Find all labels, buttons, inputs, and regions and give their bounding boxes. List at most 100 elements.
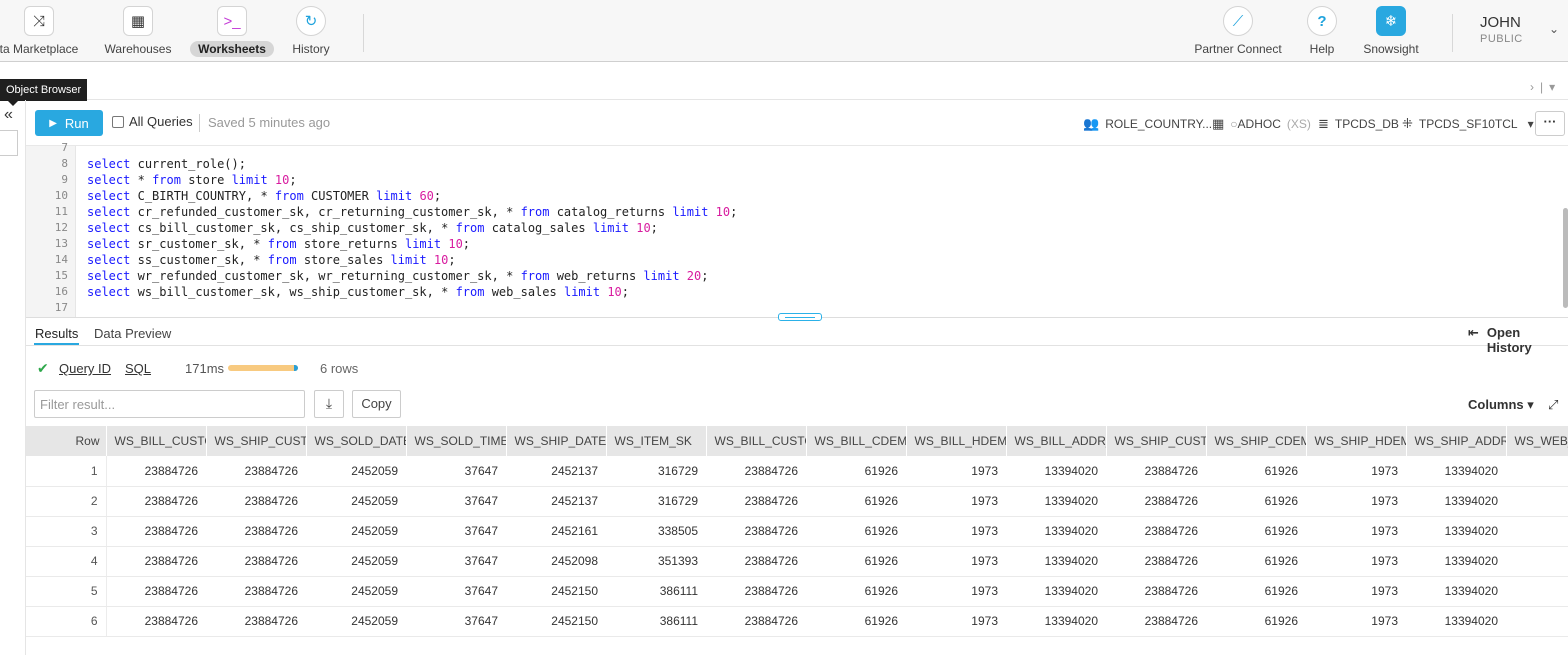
column-header[interactable]: WS_ITEM_SK	[606, 426, 707, 456]
table-cell[interactable]: 61926	[806, 456, 906, 487]
table-cell[interactable]: 338505	[606, 516, 706, 547]
table-cell[interactable]: 61926	[1206, 516, 1306, 547]
table-cell[interactable]: 13394020	[1006, 606, 1106, 637]
tab-results[interactable]: Results	[35, 326, 78, 341]
table-cell[interactable]: 23884726	[206, 606, 306, 637]
role-selector[interactable]: 👥 ROLE_COUNTRY...	[1083, 116, 1212, 132]
table-cell[interactable]: 316729	[606, 456, 706, 487]
table-cell[interactable]: 1973	[906, 516, 1006, 547]
table-cell[interactable]: 23884726	[206, 576, 306, 607]
table-cell[interactable]: 13394020	[1006, 456, 1106, 487]
table-cell[interactable]: 23884726	[1106, 576, 1206, 607]
table-cell[interactable]: 61926	[1206, 456, 1306, 487]
column-header[interactable]: WS_SOLD_TIME_	[406, 426, 507, 456]
table-cell[interactable]	[1506, 606, 1568, 637]
table-cell[interactable]: 61926	[1206, 576, 1306, 607]
table-cell[interactable]: 316729	[606, 486, 706, 517]
row-number[interactable]: 2	[26, 486, 107, 517]
code-line[interactable]: select C_BIRTH_COUNTRY, * from CUSTOMER …	[87, 188, 441, 204]
table-cell[interactable]: 13394020	[1006, 486, 1106, 517]
column-header[interactable]: WS_SHIP_CUSTO	[1106, 426, 1207, 456]
open-history-button[interactable]: ⇤ Open History	[1468, 325, 1568, 355]
table-cell[interactable]: 23884726	[106, 606, 206, 637]
table-cell[interactable]: 37647	[406, 576, 506, 607]
code-line[interactable]: select cr_refunded_customer_sk, cr_retur…	[87, 204, 737, 220]
table-cell[interactable]: 23884726	[1106, 456, 1206, 487]
table-cell[interactable]: 1973	[906, 486, 1006, 517]
table-cell[interactable]: 23884726	[1106, 546, 1206, 577]
table-cell[interactable]: 1973	[1306, 546, 1406, 577]
table-cell[interactable]: 13394020	[1406, 606, 1506, 637]
column-header[interactable]: WS_BILL_CUSTO	[106, 426, 207, 456]
table-cell[interactable]: 2452059	[306, 546, 406, 577]
table-cell[interactable]: 23884726	[1106, 516, 1206, 547]
table-cell[interactable]: 61926	[806, 516, 906, 547]
table-cell[interactable]: 61926	[806, 576, 906, 607]
tab-scroll-controls[interactable]: › | ▾	[1530, 80, 1561, 94]
table-cell[interactable]: 23884726	[106, 516, 206, 547]
table-cell[interactable]: 61926	[1206, 546, 1306, 577]
table-cell[interactable]: 13394020	[1406, 486, 1506, 517]
table-cell[interactable]: 37647	[406, 486, 506, 517]
nav-warehouses[interactable]: ▦ Warehouses	[100, 0, 176, 62]
table-cell[interactable]: 23884726	[1106, 606, 1206, 637]
nav-worksheets[interactable]: >_ Worksheets	[190, 0, 274, 62]
table-cell[interactable]: 23884726	[706, 546, 806, 577]
table-cell[interactable]: 23884726	[706, 606, 806, 637]
table-cell[interactable]: 37647	[406, 456, 506, 487]
nav-partner-connect[interactable]: ⟋ Partner Connect	[1188, 0, 1288, 62]
table-cell[interactable]: 386111	[606, 576, 706, 607]
code-line[interactable]: select cs_bill_customer_sk, cs_ship_cust…	[87, 220, 658, 236]
table-cell[interactable]: 13394020	[1006, 546, 1106, 577]
table-cell[interactable]: 61926	[1206, 486, 1306, 517]
table-cell[interactable]	[1506, 486, 1568, 517]
table-cell[interactable]: 2452059	[306, 576, 406, 607]
code-line[interactable]: select ss_customer_sk, * from store_sale…	[87, 252, 456, 268]
table-cell[interactable]: 23884726	[706, 516, 806, 547]
row-number[interactable]: 3	[26, 516, 107, 547]
row-number[interactable]: 5	[26, 576, 107, 607]
table-cell[interactable]: 1973	[1306, 486, 1406, 517]
table-cell[interactable]: 2452137	[506, 486, 606, 517]
table-cell[interactable]: 37647	[406, 606, 506, 637]
table-cell[interactable]: 1973	[1306, 516, 1406, 547]
object-browser-search[interactable]	[0, 130, 18, 156]
row-column-header[interactable]: Row	[26, 426, 107, 456]
nav-snowsight[interactable]: ❄ Snowsight	[1356, 0, 1426, 62]
all-queries-toggle[interactable]: All Queries	[112, 114, 193, 129]
user-name[interactable]: JOHN	[1480, 14, 1521, 31]
code-line[interactable]: select ws_bill_customer_sk, ws_ship_cust…	[87, 284, 629, 300]
table-cell[interactable]: 351393	[606, 546, 706, 577]
nav-data-marketplace[interactable]: ⤨ ta Marketplace	[0, 0, 78, 62]
table-cell[interactable]: 13394020	[1006, 516, 1106, 547]
table-cell[interactable]: 61926	[806, 606, 906, 637]
column-header[interactable]: WS_SHIP_HDEM	[1306, 426, 1407, 456]
code-line[interactable]: select wr_refunded_customer_sk, wr_retur…	[87, 268, 708, 284]
table-row[interactable]: 1 23884726 23884726 2452059 37647 2452137 3167…	[26, 456, 1568, 487]
table-cell[interactable]: 1973	[906, 456, 1006, 487]
table-cell[interactable]: 61926	[806, 486, 906, 517]
table-cell[interactable]: 23884726	[206, 456, 306, 487]
more-options-button[interactable]: ···	[1535, 111, 1565, 136]
table-cell[interactable]: 2452150	[506, 606, 606, 637]
table-cell[interactable]: 23884726	[106, 576, 206, 607]
expand-icon[interactable]: ⤢	[1548, 397, 1558, 413]
row-number[interactable]: 1	[26, 456, 107, 487]
code-line[interactable]: select * from store limit 10;	[87, 172, 297, 188]
table-cell[interactable]: 23884726	[706, 576, 806, 607]
column-header[interactable]: WS_BILL_ADDR_	[1006, 426, 1107, 456]
chevron-down-icon[interactable]: ⌄	[1549, 22, 1559, 36]
table-cell[interactable]: 23884726	[706, 456, 806, 487]
column-header[interactable]: WS_WEB_	[1506, 426, 1568, 456]
columns-button[interactable]: Columns ▾	[1468, 397, 1534, 413]
table-row[interactable]: 2 23884726 23884726 2452059 37647 2452137 3167…	[26, 486, 1568, 517]
table-cell[interactable]: 2452150	[506, 576, 606, 607]
editor-scrollbar[interactable]	[1563, 208, 1568, 308]
table-cell[interactable]: 23884726	[206, 516, 306, 547]
table-cell[interactable]: 2452137	[506, 456, 606, 487]
table-cell[interactable]	[1506, 546, 1568, 577]
table-cell[interactable]: 61926	[806, 546, 906, 577]
database-selector[interactable]: ≣ TPCDS_DB	[1318, 116, 1399, 132]
table-cell[interactable]: 2452161	[506, 516, 606, 547]
schema-selector[interactable]: ⁜ TPCDS_SF10TCL ▾	[1402, 116, 1534, 132]
